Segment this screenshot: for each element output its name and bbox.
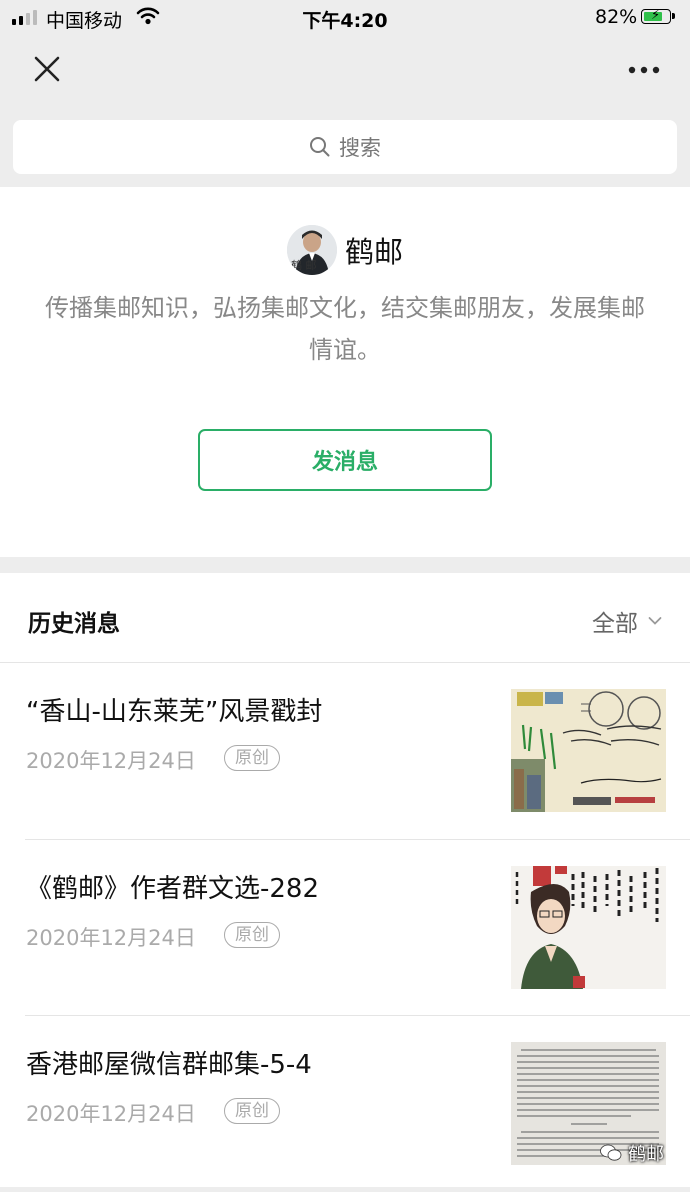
history-title: 历史消息 xyxy=(28,611,120,637)
status-bar: 中国移动 下午4:20 82% ⚡ xyxy=(0,0,690,36)
watermark-text: 鹤邮 xyxy=(628,1144,664,1165)
send-message-button[interactable]: 发消息 xyxy=(198,429,492,491)
original-badge: 原创 xyxy=(224,745,280,771)
article-date: 2020年12月24日 xyxy=(26,1102,196,1126)
battery-icon: ⚡ xyxy=(641,8,675,24)
profile-header: 鹤 邮 鹤邮 xyxy=(0,225,690,275)
watermark: 鹤邮 xyxy=(600,1140,664,1166)
filter-label: 全部 xyxy=(592,611,638,637)
search-input[interactable]: 搜索 xyxy=(13,120,677,174)
original-badge: 原创 xyxy=(224,922,280,948)
close-icon xyxy=(34,56,60,82)
article-item[interactable]: 香港邮屋微信群邮集-5-4 2020年12月24日 原创 xyxy=(0,1016,690,1192)
article-title: 香港邮屋微信群邮集-5-4 xyxy=(26,1050,312,1080)
chevron-down-icon xyxy=(648,617,662,625)
article-title: 《鹤邮》作者群文选-282 xyxy=(26,874,320,904)
clock: 下午4:20 xyxy=(302,10,388,32)
history-section: 历史消息 全部 “香山-山东莱芜”风景戳封 2020年12月24日 原创 《鹤邮… xyxy=(0,573,690,1187)
more-icon xyxy=(628,66,660,74)
close-button[interactable] xyxy=(28,52,64,88)
article-title: “香山-山东莱芜”风景戳封 xyxy=(26,697,323,727)
battery-percent: 82% xyxy=(595,6,638,28)
article-thumbnail xyxy=(511,866,666,989)
avatar[interactable]: 鹤 邮 xyxy=(286,225,337,275)
article-item[interactable]: 《鹤邮》作者群文选-282 2020年12月24日 原创 xyxy=(0,840,690,1016)
account-description: 传播集邮知识，弘扬集邮文化，结交集邮朋友，发展集邮情谊。 xyxy=(45,294,645,364)
profile-card: 鹤 邮 鹤邮 传播集邮知识，弘扬集邮文化，结交集邮朋友，发展集邮情谊。 发消息 xyxy=(0,187,690,557)
search-placeholder: 搜索 xyxy=(339,136,381,160)
article-date: 2020年12月24日 xyxy=(26,749,196,773)
more-button[interactable] xyxy=(622,58,666,82)
search-icon xyxy=(310,137,330,157)
wechat-icon xyxy=(600,1144,622,1161)
filter-dropdown[interactable]: 全部 xyxy=(592,604,662,638)
avatar-text: 鹤 邮 xyxy=(290,259,317,272)
account-name: 鹤邮 xyxy=(344,235,403,269)
original-badge: 原创 xyxy=(224,1098,280,1124)
article-date: 2020年12月24日 xyxy=(26,926,196,950)
article-item[interactable]: “香山-山东莱芜”风景戳封 2020年12月24日 原创 xyxy=(0,663,690,839)
article-thumbnail xyxy=(511,689,666,812)
